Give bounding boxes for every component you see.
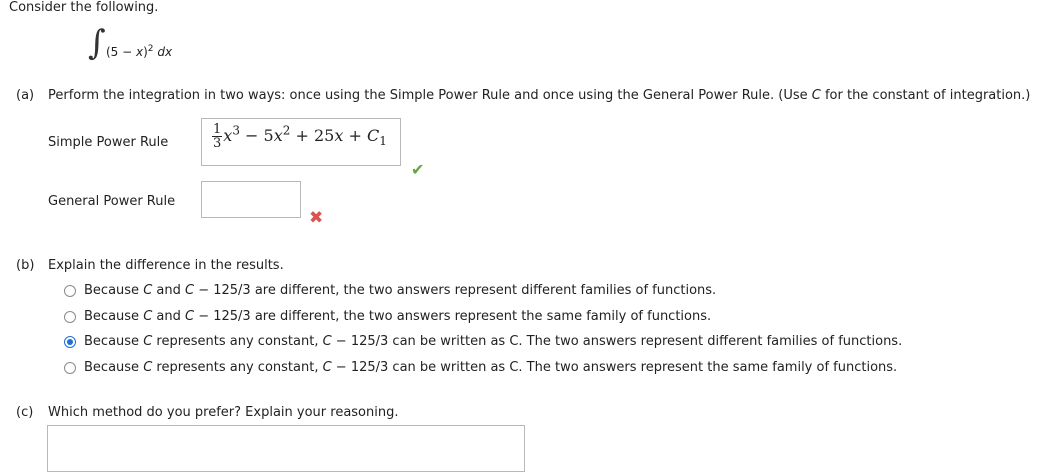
- part-a-text-post: for the constant of integration.): [820, 88, 1031, 103]
- option-3-label-mid: represents any constant,: [152, 334, 323, 349]
- term3-coef: + 25: [290, 126, 335, 145]
- option-1-label: Because C and C − 125/3 are different, t…: [84, 283, 716, 298]
- option-4-label-var2: C: [322, 360, 332, 375]
- simple-power-rule-label: Simple Power Rule: [48, 135, 169, 150]
- integrand: (5 − x)2 dx: [106, 44, 172, 59]
- term3-var: x: [334, 126, 344, 145]
- simple-power-rule-answer[interactable]: 1 3 x3 − 5x2 + 25x + C1: [201, 118, 401, 166]
- option-4-label-post: − 125/3 can be written as C. The two ans…: [331, 360, 898, 375]
- option-2-label-post: − 125/3 are different, the two answers r…: [194, 309, 712, 324]
- integral-sign: ∫: [88, 23, 106, 63]
- term2-var: x: [273, 126, 283, 145]
- correct-check-icon: ✔: [411, 160, 425, 179]
- general-power-rule-label: General Power Rule: [48, 194, 176, 209]
- integrand-power: 2: [147, 44, 154, 54]
- part-a-text-var: C: [811, 88, 821, 103]
- incorrect-x-icon: ✖: [309, 208, 324, 228]
- part-b-letter: (b): [16, 258, 35, 273]
- option-4-label-mid: represents any constant,: [152, 360, 323, 375]
- option-2-label: Because C and C − 125/3 are different, t…: [84, 309, 711, 324]
- option-2-label-mid: and: [152, 309, 185, 324]
- term2-coef: − 5: [239, 126, 274, 145]
- term1-var: x: [223, 126, 233, 145]
- term1-power: 3: [232, 123, 240, 138]
- fraction-denominator: 3: [213, 136, 222, 151]
- radio-option-3[interactable]: [64, 336, 76, 348]
- reasoning-textarea[interactable]: [47, 425, 525, 472]
- option-1-label-pre: Because: [84, 283, 144, 298]
- radio-option-4[interactable]: [64, 362, 76, 374]
- option-2-label-var1: C: [143, 309, 153, 324]
- fraction: 13: [212, 122, 223, 151]
- part-a-text-pre: Perform the integration in two ways: onc…: [48, 88, 812, 103]
- radio-option-2[interactable]: [64, 311, 76, 323]
- part-c-letter: (c): [16, 405, 34, 420]
- part-a-letter: (a): [16, 88, 35, 103]
- fraction-numerator: 1: [212, 122, 223, 137]
- option-4-label: Because C represents any constant, C − 1…: [84, 360, 897, 375]
- option-3-label: Because C represents any constant, C − 1…: [84, 334, 902, 349]
- option-3-label-post: − 125/3 can be written as C. The two ans…: [331, 334, 903, 349]
- option-3-label-var1: C: [143, 334, 153, 349]
- part-b-question: (b) Explain the difference in the result…: [16, 258, 284, 273]
- option-2-label-var2: C: [185, 309, 195, 324]
- option-1-label-var2: C: [185, 283, 195, 298]
- part-a-text: Perform the integration in two ways: onc…: [48, 88, 1030, 103]
- integrand-dx: dx: [157, 45, 173, 59]
- option-2-label-pre: Because: [84, 309, 144, 324]
- part-c-question: (c) Which method do you prefer? Explain …: [16, 405, 399, 420]
- constant-subscript: 1: [379, 134, 387, 149]
- plus-sign: +: [343, 126, 367, 145]
- option-4-label-var1: C: [143, 360, 153, 375]
- radio-option-1[interactable]: [64, 285, 76, 297]
- option-3-label-pre: Because: [84, 334, 144, 349]
- intro-text: Consider the following.: [9, 0, 159, 15]
- general-power-rule-input[interactable]: [201, 181, 301, 218]
- constant-var: C: [366, 126, 380, 145]
- option-1-label-post: − 125/3 are different, the two answers r…: [194, 283, 717, 298]
- part-a-instruction: (a) Perform the integration in two ways:…: [16, 88, 1030, 103]
- part-b-text: Explain the difference in the results.: [48, 258, 284, 273]
- option-1-label-var1: C: [143, 283, 153, 298]
- simple-power-rule-math: 1 3 x3 − 5x2 + 25x + C1: [212, 123, 387, 150]
- option-4-label-pre: Because: [84, 360, 144, 375]
- integrand-open: (5 −: [106, 45, 136, 59]
- part-c-text: Which method do you prefer? Explain your…: [48, 405, 399, 420]
- option-3-label-var2: C: [322, 334, 332, 349]
- option-1-label-mid: and: [152, 283, 185, 298]
